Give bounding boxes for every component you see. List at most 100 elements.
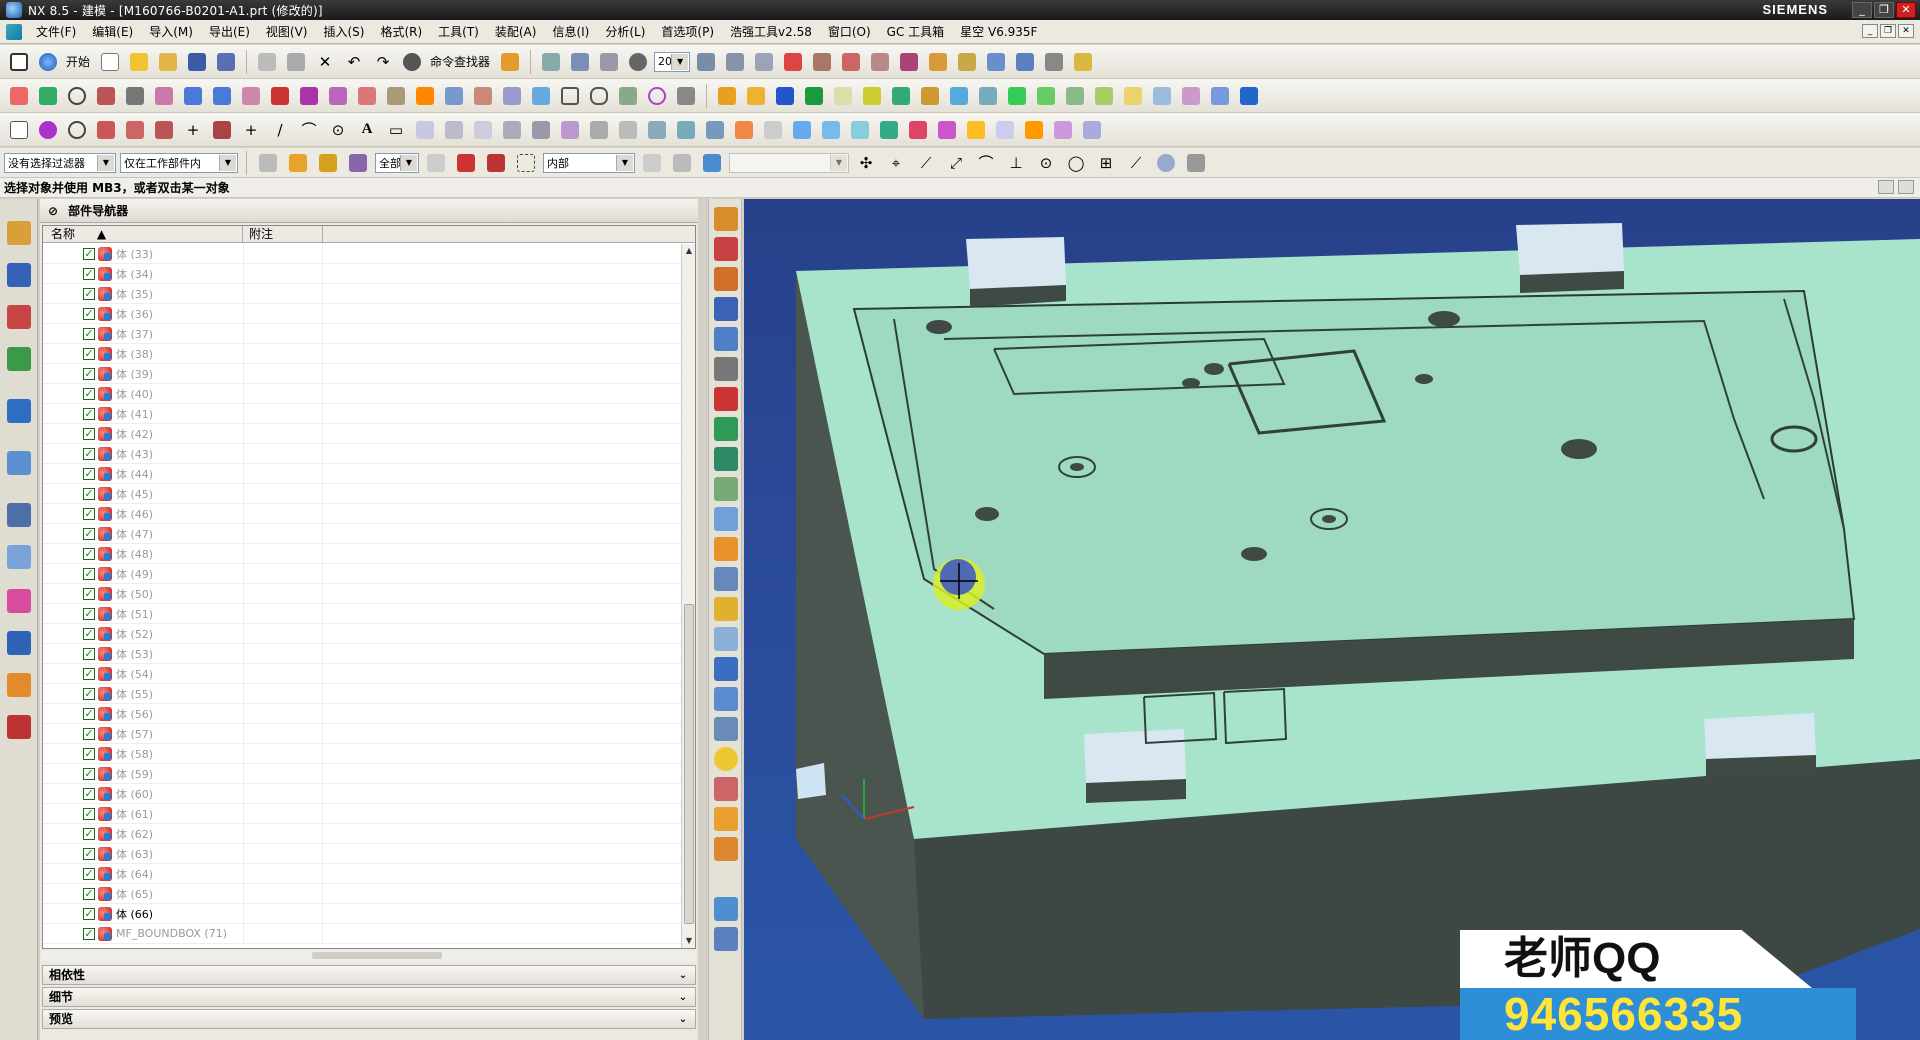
save-icon[interactable] <box>184 49 210 75</box>
chevron-down-icon[interactable]: ⌄ <box>675 989 691 1005</box>
datum-icon[interactable] <box>867 49 893 75</box>
section-icon[interactable] <box>809 49 835 75</box>
visibility-checkbox[interactable]: ✓ <box>83 447 95 460</box>
n-sided-icon[interactable] <box>586 117 612 143</box>
resize-face-icon[interactable] <box>801 83 827 109</box>
make-coplanar-icon[interactable] <box>888 83 914 109</box>
hidden-wireframe-icon[interactable] <box>714 477 738 501</box>
arc-tool-icon[interactable]: ⌒ <box>296 117 322 143</box>
snap-solid-icon[interactable] <box>669 150 695 176</box>
tree-row[interactable]: ✓ 体 (61) <box>43 804 683 824</box>
crosshair-icon[interactable]: + <box>180 117 206 143</box>
layer-icon[interactable] <box>693 49 719 75</box>
visibility-checkbox[interactable]: ✓ <box>83 487 95 500</box>
chevron-down-icon[interactable]: ⌄ <box>675 967 691 983</box>
snap-intersection-icon[interactable]: ⌒ <box>973 150 999 176</box>
ruled-icon[interactable] <box>470 117 496 143</box>
name-icon[interactable] <box>1236 83 1262 109</box>
tree-row[interactable]: ✓ 体 (54) <box>43 664 683 684</box>
menu-view[interactable]: 视图(V) <box>258 21 316 43</box>
tree-row[interactable]: ✓ 体 (63) <box>43 844 683 864</box>
replace-face-icon[interactable] <box>772 83 798 109</box>
snap-view-icon[interactable] <box>780 49 806 75</box>
cap-icon[interactable] <box>992 117 1018 143</box>
tree-row[interactable]: ✓ 体 (43) <box>43 444 683 464</box>
visibility-checkbox[interactable]: ✓ <box>83 827 95 840</box>
spline-icon[interactable] <box>644 83 670 109</box>
wrap-icon[interactable] <box>789 117 815 143</box>
visibility-checkbox[interactable]: ✓ <box>83 927 95 940</box>
measure-distance-icon[interactable] <box>1004 83 1030 109</box>
visibility-checkbox[interactable]: ✓ <box>83 327 95 340</box>
status-toggle-icon[interactable] <box>1878 180 1894 194</box>
menu-analysis[interactable]: 分析(L) <box>597 21 653 43</box>
tree-row[interactable]: ✓ 体 (49) <box>43 564 683 584</box>
tree-row[interactable]: ✓ 体 (42) <box>43 424 683 444</box>
mdi-restore-button[interactable]: ❐ <box>1880 24 1896 38</box>
visibility-checkbox[interactable]: ✓ <box>83 867 95 880</box>
check-icon[interactable] <box>1091 83 1117 109</box>
filter-face-icon[interactable] <box>315 150 341 176</box>
menu-import[interactable]: 导入(M) <box>141 21 201 43</box>
text-icon[interactable]: A <box>354 117 380 143</box>
visibility-checkbox[interactable]: ✓ <box>83 587 95 600</box>
surface-blend-icon[interactable] <box>876 117 902 143</box>
sweep-icon[interactable] <box>441 117 467 143</box>
tree-row[interactable]: ✓ 体 (64) <box>43 864 683 884</box>
redo-icon[interactable]: ↷ <box>370 49 396 75</box>
background-icon[interactable] <box>714 627 738 651</box>
dependencies-panel[interactable]: 相依性 ⌄ <box>42 965 696 985</box>
menu-window[interactable]: 窗口(O) <box>820 21 879 43</box>
tree-row[interactable]: ✓ 体 (34) <box>43 264 683 284</box>
visibility-checkbox[interactable]: ✓ <box>83 547 95 560</box>
visibility-checkbox[interactable]: ✓ <box>83 507 95 520</box>
polygon-icon[interactable] <box>586 83 612 109</box>
measure-angle-icon[interactable] <box>1033 83 1059 109</box>
cube-icon[interactable] <box>714 657 738 681</box>
snap-mid-icon[interactable]: ⟋ <box>913 150 939 176</box>
swirl-icon[interactable] <box>1079 117 1105 143</box>
rectangle-icon[interactable] <box>557 83 583 109</box>
visibility-checkbox[interactable]: ✓ <box>83 707 95 720</box>
tree-row[interactable]: ✓ 体 (56) <box>43 704 683 724</box>
cone-icon[interactable] <box>714 717 738 741</box>
snap-face-icon[interactable] <box>699 150 725 176</box>
block-icon[interactable] <box>325 83 351 109</box>
render-style-icon[interactable] <box>625 49 651 75</box>
history-icon[interactable] <box>7 503 31 527</box>
bridge-icon[interactable] <box>615 117 641 143</box>
column-name-header[interactable]: 名称 ▲ <box>43 226 243 242</box>
view-top-icon[interactable] <box>714 207 738 231</box>
mesh-icon[interactable] <box>528 117 554 143</box>
deselect-icon[interactable] <box>423 150 449 176</box>
circle-center-icon[interactable]: ⊙ <box>325 117 351 143</box>
delete-face-icon[interactable] <box>946 83 972 109</box>
save-as-icon[interactable] <box>213 49 239 75</box>
full-screen-icon[interactable] <box>1898 180 1914 194</box>
add-selection-icon[interactable] <box>453 150 479 176</box>
make-symmetric-icon[interactable] <box>859 83 885 109</box>
snap-on-surface-icon[interactable] <box>1153 150 1179 176</box>
visibility-checkbox[interactable]: ✓ <box>83 387 95 400</box>
visibility-checkbox[interactable]: ✓ <box>83 907 95 920</box>
visibility-checkbox[interactable]: ✓ <box>83 767 95 780</box>
view-right-icon[interactable] <box>714 267 738 291</box>
restore-button[interactable]: ❐ <box>1874 2 1894 18</box>
variable-blend-icon[interactable] <box>963 117 989 143</box>
material-icon[interactable] <box>714 777 738 801</box>
tree-row[interactable]: ✓ 体 (47) <box>43 524 683 544</box>
tree-row[interactable]: ✓ MF_BOUNDBOX (71) <box>43 924 683 944</box>
view-layout-icon[interactable] <box>722 49 748 75</box>
highlight-icon[interactable] <box>1120 83 1146 109</box>
visibility-checkbox[interactable]: ✓ <box>83 807 95 820</box>
pin-icon[interactable]: ⊘ <box>48 204 58 218</box>
selection-mode-dropdown[interactable]: 内部 <box>543 152 635 173</box>
visibility-checkbox[interactable]: ✓ <box>83 367 95 380</box>
visibility-checkbox[interactable]: ✓ <box>83 427 95 440</box>
menu-assembly[interactable]: 装配(A) <box>487 21 545 43</box>
thickness-icon[interactable] <box>1178 83 1204 109</box>
open-recent-icon[interactable] <box>155 49 181 75</box>
snap-point-icon[interactable]: ✣ <box>853 150 879 176</box>
curve-edit-icon[interactable] <box>673 83 699 109</box>
tree-row[interactable]: ✓ 体 (39) <box>43 364 683 384</box>
